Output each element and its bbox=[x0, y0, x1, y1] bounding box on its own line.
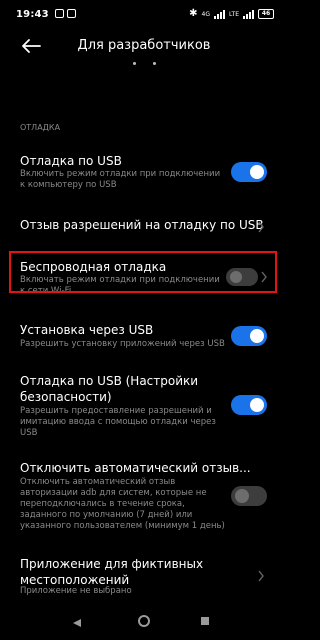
chevron-right-icon bbox=[258, 570, 264, 582]
setting-title: Отключить автоматический отзыв... bbox=[20, 461, 251, 475]
usb-debugging-toggle[interactable] bbox=[231, 162, 267, 182]
setting-subtitle: Приложение не выбрано bbox=[20, 586, 132, 596]
setting-subtitle: Разрешить установку приложений через USB bbox=[20, 339, 225, 349]
auth-timeout-toggle[interactable] bbox=[231, 486, 267, 506]
signal-icon bbox=[214, 9, 226, 19]
sim-icon bbox=[55, 9, 64, 18]
recents-square-icon[interactable] bbox=[201, 617, 209, 625]
network-type-label: 4G bbox=[201, 10, 211, 18]
scroll-indicator bbox=[133, 62, 157, 66]
setting-disable-auth-timeout[interactable]: Отключить автоматический отзыв... Отключ… bbox=[0, 460, 288, 531]
highlight-frame bbox=[9, 251, 277, 293]
chevron-right-icon bbox=[258, 221, 264, 233]
signal-icon bbox=[243, 9, 254, 19]
status-bar: 19:43 ✱ 4G LTE 46 bbox=[0, 0, 288, 32]
install-via-usb-toggle[interactable] bbox=[231, 326, 267, 346]
section-label: ОТЛАДКА bbox=[20, 123, 61, 132]
back-triangle-icon[interactable] bbox=[72, 618, 82, 628]
setting-title: Приложение для фиктивных местоположений bbox=[20, 557, 204, 587]
battery-icon: 46 bbox=[258, 9, 274, 19]
setting-revoke-usb-auth[interactable]: Отзыв разрешений на отладку по USB bbox=[0, 212, 288, 240]
usb-security-toggle[interactable] bbox=[231, 395, 267, 415]
setting-title: Установка через USB bbox=[20, 323, 154, 337]
home-circle-icon[interactable] bbox=[138, 615, 150, 627]
setting-subtitle: Разрешить предоставление разрешений и им… bbox=[20, 406, 216, 438]
setting-subtitle: Включить режим отладки при подключении к… bbox=[20, 169, 221, 190]
setting-mock-location-app[interactable]: Приложение для фиктивных местоположений … bbox=[0, 556, 288, 596]
setting-usb-debugging-security[interactable]: Отладка по USB (Настройки безопасности) … bbox=[0, 373, 288, 438]
status-right-icons: ✱ 4G LTE 46 bbox=[189, 8, 274, 20]
setting-usb-debugging[interactable]: Отладка по USB Включить режим отладки пр… bbox=[0, 150, 288, 190]
status-notification-icons bbox=[55, 9, 76, 18]
navigation-bar bbox=[0, 604, 288, 640]
status-time: 19:43 bbox=[16, 9, 49, 20]
lte-label: LTE bbox=[229, 10, 239, 18]
setting-title: Отзыв разрешений на отладку по USB bbox=[20, 218, 264, 232]
setting-subtitle: Отключить автоматический отзыв авторизац… bbox=[20, 477, 225, 531]
sim-icon bbox=[67, 9, 76, 18]
setting-title: Отладка по USB bbox=[20, 154, 122, 168]
app-header: Для разработчиков bbox=[0, 32, 288, 62]
setting-title: Отладка по USB (Настройки безопасности) bbox=[20, 374, 199, 404]
setting-install-via-usb[interactable]: Установка через USB Разрешить установку … bbox=[0, 322, 288, 356]
bluetooth-icon: ✱ bbox=[189, 8, 198, 19]
page-title: Для разработчиков bbox=[77, 38, 211, 53]
